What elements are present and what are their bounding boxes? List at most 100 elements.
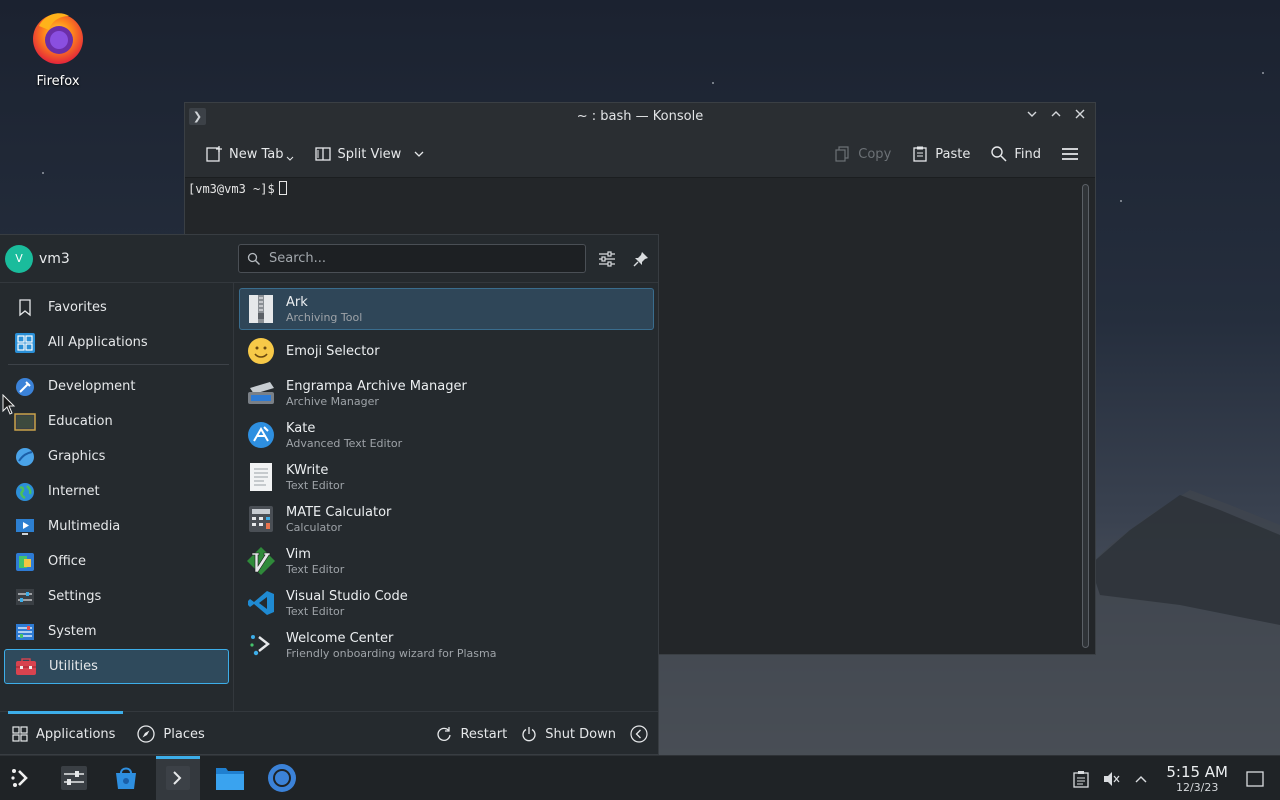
system-icon xyxy=(16,623,34,640)
terminal-scrollbar[interactable] xyxy=(1082,184,1089,648)
category-multimedia[interactable]: Multimedia xyxy=(4,509,229,544)
paste-button[interactable]: Paste xyxy=(907,141,974,167)
new-tab-label: New Tab xyxy=(229,146,284,162)
category-separator xyxy=(8,364,229,365)
sliders-icon xyxy=(599,250,615,267)
app-name: Ark xyxy=(286,294,308,310)
paste-icon xyxy=(913,146,927,162)
konsole-app-icon[interactable]: ❯ xyxy=(189,108,206,125)
category-settings[interactable]: Settings xyxy=(4,579,229,614)
category-system[interactable]: System xyxy=(4,614,229,649)
restart-icon xyxy=(437,727,452,741)
app-description: Text Editor xyxy=(286,604,345,618)
launcher-header: V vm3 xyxy=(0,235,658,283)
tab-places[interactable]: Places xyxy=(129,712,212,757)
volume-button[interactable] xyxy=(1100,768,1122,790)
close-button[interactable] xyxy=(1073,103,1087,131)
taskbar-konsole[interactable] xyxy=(156,755,200,800)
copy-label: Copy xyxy=(858,146,892,162)
app-item-vscode[interactable]: Visual Studio Code Text Editor xyxy=(239,582,654,624)
new-tab-button[interactable]: New Tab xyxy=(201,141,298,167)
pin-button[interactable] xyxy=(628,246,654,272)
leave-menu-button[interactable] xyxy=(630,725,648,743)
app-item-kate[interactable]: Kate Advanced Text Editor xyxy=(239,414,654,456)
taskbar-chromium[interactable] xyxy=(260,756,304,800)
maximize-button[interactable] xyxy=(1049,103,1063,131)
hamburger-menu-button[interactable] xyxy=(1057,142,1083,166)
mouse-pointer-icon xyxy=(2,394,16,415)
desktop-icon-firefox[interactable]: Firefox xyxy=(22,8,94,89)
app-description: Friendly onboarding wizard for Plasma xyxy=(286,646,497,660)
digital-clock[interactable]: 5:15 AM 12/3/23 xyxy=(1166,763,1228,794)
category-office[interactable]: Office xyxy=(4,544,229,579)
category-education[interactable]: Education xyxy=(4,404,229,439)
avatar: V xyxy=(5,244,33,273)
restart-label: Restart xyxy=(460,726,508,742)
app-description: Archive Manager xyxy=(286,394,379,408)
search-box[interactable] xyxy=(238,244,586,273)
taskbar-system-settings[interactable] xyxy=(52,756,96,800)
app-name: Kate xyxy=(286,420,316,436)
configure-button[interactable] xyxy=(594,246,620,272)
app-item-engrampa[interactable]: Engrampa Archive Manager Archive Manager xyxy=(239,372,654,414)
app-item-welcome-center[interactable]: Welcome Center Friendly onboarding wizard… xyxy=(239,624,654,666)
show-hidden-icons-button[interactable] xyxy=(1130,768,1152,790)
category-label: All Applications xyxy=(48,335,148,350)
username: vm3 xyxy=(39,250,70,267)
konsole-icon xyxy=(166,766,190,790)
folder-icon xyxy=(216,768,244,790)
app-description: Calculator xyxy=(286,520,342,534)
bookmark-icon xyxy=(19,298,31,316)
app-item-mate-calculator[interactable]: MATE Calculator Calculator xyxy=(239,498,654,540)
category-label: Internet xyxy=(48,484,100,499)
application-list: Ark Archiving Tool Emoji Selector Engramp… xyxy=(234,283,658,711)
taskbar-dolphin[interactable] xyxy=(208,756,252,800)
app-name: KWrite xyxy=(286,462,329,478)
app-item-vim[interactable]: Vim Text Editor xyxy=(239,540,654,582)
tab-applications[interactable]: Applications xyxy=(4,710,124,757)
welcome-icon xyxy=(250,635,270,656)
taskbar-discover[interactable] xyxy=(104,756,148,800)
launcher-footer: Applications Places Restart Shut Down xyxy=(0,710,658,757)
app-name: Engrampa Archive Manager xyxy=(286,378,467,394)
terminal-cursor xyxy=(278,181,287,195)
app-item-kwrite[interactable]: KWrite Text Editor xyxy=(239,456,654,498)
volume-muted-icon xyxy=(1104,771,1120,786)
category-internet[interactable]: Internet xyxy=(4,474,229,509)
kde-launcher-icon xyxy=(11,769,28,787)
category-label: Education xyxy=(48,414,113,429)
window-titlebar[interactable]: ❯ ~ : bash — Konsole xyxy=(185,103,1095,131)
power-icon xyxy=(522,727,536,742)
user-profile[interactable]: V vm3 xyxy=(0,244,234,273)
category-utilities[interactable]: Utilities xyxy=(4,649,229,684)
window-title: ~ : bash — Konsole xyxy=(576,109,704,124)
grid-icon xyxy=(15,332,35,353)
find-button[interactable]: Find xyxy=(986,141,1045,167)
shutdown-button[interactable]: Shut Down xyxy=(521,726,616,742)
minimize-button[interactable] xyxy=(1025,103,1039,131)
utilities-icon xyxy=(16,657,36,675)
show-desktop-button[interactable] xyxy=(1244,768,1266,790)
star xyxy=(1262,72,1264,74)
app-name: Welcome Center xyxy=(286,630,394,646)
education-icon xyxy=(14,412,36,431)
konsole-toolbar: New Tab Split View Copy Paste Find xyxy=(185,131,1095,178)
grid-icon xyxy=(12,726,28,742)
clock-date: 12/3/23 xyxy=(1175,781,1219,794)
category-all-applications[interactable]: All Applications xyxy=(4,325,229,360)
category-graphics[interactable]: Graphics xyxy=(4,439,229,474)
vscode-icon xyxy=(248,591,274,615)
copy-button[interactable]: Copy xyxy=(830,141,895,167)
application-launcher-button[interactable] xyxy=(0,756,44,800)
app-item-ark[interactable]: Ark Archiving Tool xyxy=(239,288,654,330)
chevron-left-icon xyxy=(630,725,648,743)
clipboard-button[interactable] xyxy=(1070,768,1092,790)
category-label: Multimedia xyxy=(48,519,121,534)
chevron-up-icon xyxy=(1051,111,1061,117)
search-input[interactable] xyxy=(269,251,569,266)
category-favorites[interactable]: Favorites xyxy=(4,290,229,325)
split-view-button[interactable]: Split View xyxy=(310,141,430,167)
category-development[interactable]: Development xyxy=(4,369,229,404)
app-item-emoji-selector[interactable]: Emoji Selector xyxy=(239,330,654,372)
restart-button[interactable]: Restart xyxy=(436,726,507,742)
